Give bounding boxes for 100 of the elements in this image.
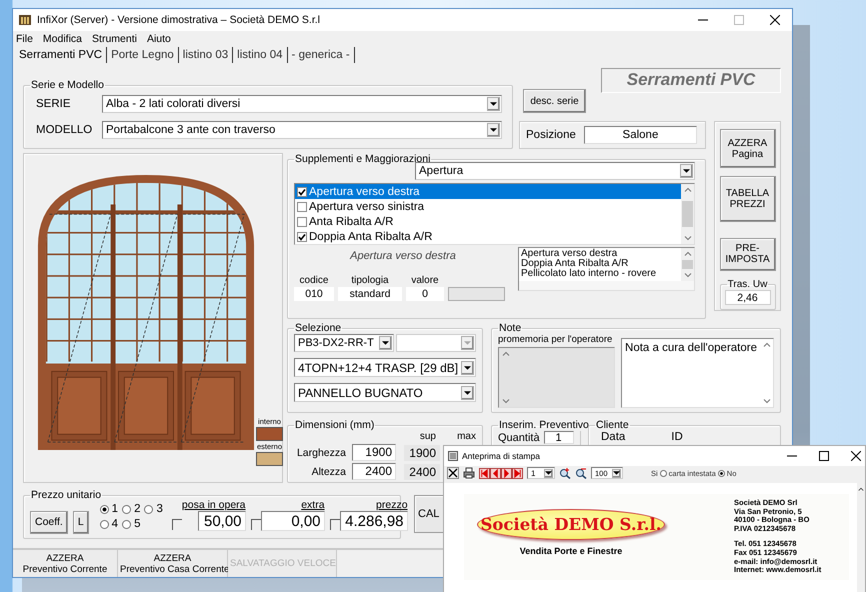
price-button[interactable]: Coeff. — [30, 511, 68, 534]
price-field[interactable]: 4.286,98 — [340, 511, 408, 531]
note-field[interactable]: Nota a cura dell'operatore — [621, 338, 774, 408]
list-item[interactable]: Apertura verso sinistra — [295, 199, 681, 214]
close-icon[interactable] — [770, 15, 780, 25]
radio-button[interactable] — [100, 520, 109, 528]
category-dropdown[interactable]: Apertura — [415, 162, 695, 180]
side-button[interactable]: PRE- IMPOSTA — [720, 238, 776, 271]
checkbox[interactable] — [297, 232, 307, 242]
price-field[interactable]: 0,00 — [260, 511, 325, 531]
group-label: Selezione — [294, 322, 342, 334]
close-icon[interactable] — [851, 451, 861, 461]
maximize-icon[interactable] — [819, 451, 829, 461]
horizontal-scrollbar[interactable] — [519, 281, 694, 290]
checkbox[interactable] — [297, 186, 307, 196]
scrollbar[interactable] — [681, 184, 694, 244]
chevron-up-icon — [502, 351, 510, 356]
chevron-up-icon — [762, 342, 770, 347]
radio-label: 5 — [134, 518, 140, 530]
desc-button[interactable]: desc. serie — [523, 89, 586, 113]
field-label: posa in opera — [182, 499, 246, 511]
menu-item[interactable]: File — [16, 32, 33, 44]
menu-item[interactable]: Modifica — [42, 32, 82, 44]
radio-button[interactable] — [100, 504, 109, 514]
chevron-up-icon — [684, 187, 692, 192]
price-field[interactable]: 50,00 — [198, 511, 246, 531]
side-button[interactable]: AZZERA Pagina — [720, 129, 776, 168]
menu-item[interactable]: Aiuto — [146, 32, 171, 44]
value-field: 010 — [294, 287, 334, 301]
radio-button[interactable] — [122, 504, 132, 514]
bottom-button[interactable]: AZZERA Preventivo Corrente — [13, 550, 118, 577]
column-header: sup — [418, 431, 437, 442]
previous-page-icon[interactable] — [490, 468, 501, 478]
input-field[interactable]: 2400 — [352, 463, 396, 480]
radio-button[interactable] — [144, 504, 154, 514]
checkbox[interactable] — [297, 216, 307, 226]
dropdown[interactable]: Portabalcone 3 ante con traverso — [102, 121, 502, 139]
uw-field: 2,46 — [724, 290, 770, 305]
group-label: Cliente — [595, 419, 630, 431]
value-field — [448, 287, 505, 301]
checkbox[interactable] — [172, 519, 182, 530]
position-field[interactable]: Salone — [584, 126, 697, 144]
first-page-icon[interactable] — [479, 468, 490, 478]
page-dropdown[interactable]: 1 — [527, 467, 555, 479]
tab[interactable]: listino 04 — [237, 47, 288, 63]
value-cell: 1900 — [404, 444, 440, 460]
last-page-icon[interactable] — [512, 468, 523, 478]
caret-icon — [464, 366, 471, 370]
list-item[interactable]: Anta Ribalta A/R — [295, 214, 681, 229]
printer-icon[interactable] — [463, 467, 475, 479]
code-dropdown[interactable]: PB3-DX2-RR-T — [294, 334, 394, 352]
field-label: promemoria per l'operatore — [498, 334, 614, 347]
glass-dropdown[interactable]: 4TOPN+12+4 TRASP. [29 dB] — [294, 358, 476, 377]
chevron-up-icon — [684, 251, 692, 256]
next-page-icon[interactable] — [501, 468, 512, 478]
caret-icon — [683, 169, 690, 173]
tab[interactable]: Serramenti PVC — [19, 47, 108, 63]
tagline-text: Vendita Porte e Finestre — [520, 546, 622, 556]
radio-button[interactable] — [122, 520, 132, 528]
close-icon[interactable] — [447, 467, 459, 479]
chevron-down-icon — [762, 399, 770, 404]
zoom-out-icon[interactable] — [575, 467, 587, 479]
radio-label: 1 — [112, 503, 118, 515]
checkbox[interactable] — [297, 202, 307, 212]
page-title: Serramenti PVC — [601, 68, 781, 93]
summary-item: Doppia Anta Ribalta A/R — [521, 259, 630, 269]
caret-icon — [490, 128, 497, 132]
quantity-field[interactable]: 1 — [544, 431, 574, 444]
company-logo: Società DEMO S.r.l. — [477, 509, 665, 540]
calculate-button[interactable]: CAL — [414, 495, 443, 533]
bottom-button[interactable]: AZZERA Preventivo Casa Corrente — [118, 550, 228, 577]
tab[interactable]: listino 03 — [182, 47, 234, 63]
app-icon — [19, 15, 31, 25]
panel-dropdown[interactable]: PANNELLO BUGNATO — [294, 383, 476, 402]
side-button[interactable]: TABELLA PREZZI — [720, 176, 776, 222]
zoom-in-icon[interactable] — [559, 467, 571, 479]
list-item[interactable]: Doppia Anta Ribalta A/R — [295, 229, 681, 244]
price-button[interactable]: L — [72, 511, 89, 534]
field-label: extra — [301, 499, 325, 511]
scrollbar[interactable] — [681, 248, 694, 281]
description-text: Apertura verso destra — [348, 249, 457, 264]
radio-button[interactable] — [660, 470, 667, 476]
window-title: Anteprima di stampa — [462, 451, 541, 461]
input-field[interactable]: 1900 — [352, 444, 396, 461]
radio-button[interactable] — [718, 470, 725, 476]
menu-item[interactable]: Strumenti — [92, 32, 137, 44]
tab[interactable]: - generica - — [292, 47, 355, 63]
field-label: prezzo — [376, 499, 408, 511]
list-item[interactable]: Apertura verso destra — [295, 184, 681, 199]
summary-item: Pellicolato lato interno - rovere — [521, 269, 658, 279]
memo-field[interactable] — [498, 347, 616, 408]
group-label: Tras. Uw — [726, 279, 768, 290]
summary-item: Apertura verso destra — [521, 249, 618, 259]
caret-icon — [382, 341, 389, 345]
dropdown[interactable]: Alba - 2 lati colorati diversi — [102, 95, 502, 113]
column-header: Data — [601, 431, 626, 443]
radio-label: 4 — [112, 518, 118, 530]
window-title: InfiXor (Server) - Versione dimostrativa – Società DEMO S.r.l — [37, 14, 322, 26]
chevron-down-icon — [684, 236, 692, 241]
tab[interactable]: Porte Legno — [111, 47, 179, 63]
